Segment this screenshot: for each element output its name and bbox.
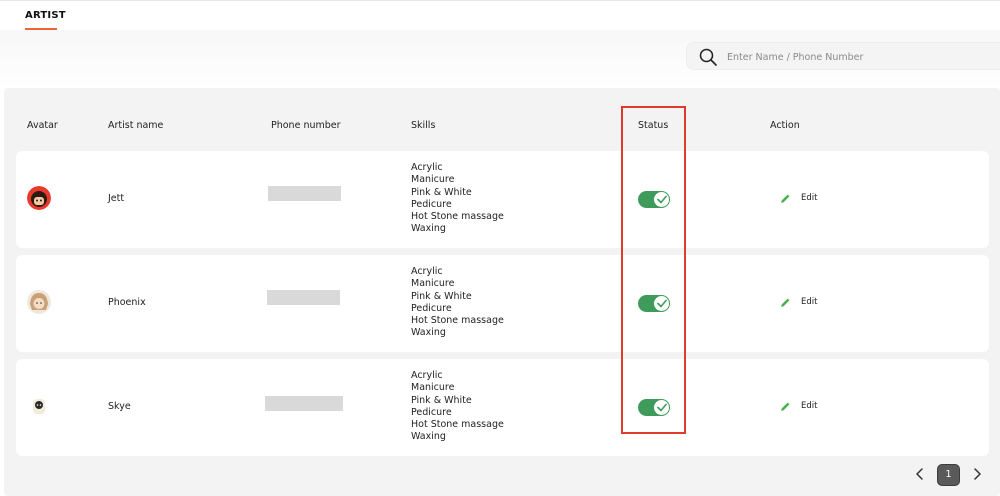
- skill-item: Manicure: [411, 174, 455, 186]
- edit-label: Edit: [801, 297, 818, 307]
- artist-name: Skye: [108, 401, 131, 412]
- table-row: Jett Acrylic Manicure Pink & White Pedic…: [16, 151, 989, 248]
- skill-item: Hot Stone massage: [411, 315, 504, 327]
- avatar: [27, 290, 51, 314]
- skill-item: Pedicure: [411, 406, 452, 418]
- tab-artist[interactable]: ARTIST: [25, 10, 66, 21]
- chevron-right-icon[interactable]: [970, 466, 984, 482]
- search-input[interactable]: [727, 47, 987, 67]
- skill-item: Pink & White: [411, 290, 472, 302]
- skill-item: Manicure: [411, 278, 455, 290]
- pencil-icon: [781, 402, 790, 411]
- table-row: Skye Acrylic Manicure Pink & White Pedic…: [16, 359, 989, 456]
- skills-list: Acrylic Manicure Pink & White Pedicure H…: [411, 370, 504, 444]
- skill-item: Manicure: [411, 382, 455, 394]
- phone-number-redacted: [268, 186, 341, 201]
- phone-number-redacted: [267, 290, 340, 305]
- column-header-artist-name: Artist name: [108, 120, 164, 131]
- artist-name: Jett: [108, 193, 125, 204]
- search-box[interactable]: [686, 42, 1000, 70]
- skill-item: Waxing: [411, 327, 446, 339]
- skill-item: Acrylic: [411, 370, 443, 381]
- edit-label: Edit: [801, 401, 818, 411]
- skill-item: Hot Stone massage: [411, 419, 504, 431]
- skill-item: Pink & White: [411, 186, 472, 198]
- skill-item: Acrylic: [411, 266, 443, 277]
- search-icon[interactable]: [699, 48, 717, 66]
- column-header-avatar: Avatar: [27, 120, 58, 131]
- edit-button[interactable]: Edit: [780, 400, 830, 414]
- skill-item: Waxing: [411, 431, 446, 443]
- pencil-icon: [781, 298, 790, 307]
- skill-item: Pedicure: [411, 198, 452, 210]
- artist-name: Phoenix: [108, 297, 146, 308]
- chevron-left-icon[interactable]: [913, 466, 927, 482]
- edit-button[interactable]: Edit: [780, 296, 830, 310]
- column-header-action: Action: [770, 120, 800, 131]
- skills-list: Acrylic Manicure Pink & White Pedicure H…: [411, 162, 504, 236]
- edit-label: Edit: [801, 193, 818, 203]
- table-row: Phoenix Acrylic Manicure Pink & White Pe…: [16, 255, 989, 352]
- avatar: [27, 394, 51, 418]
- skill-item: Hot Stone massage: [411, 211, 504, 223]
- column-header-phone-number: Phone number: [271, 120, 341, 131]
- skill-item: Pink & White: [411, 394, 472, 406]
- skills-list: Acrylic Manicure Pink & White Pedicure H…: [411, 266, 504, 340]
- column-header-skills: Skills: [411, 120, 436, 131]
- skill-item: Waxing: [411, 223, 446, 235]
- skill-item: Pedicure: [411, 302, 452, 314]
- pagination-current-page[interactable]: 1: [937, 464, 960, 486]
- skill-item: Acrylic: [411, 162, 443, 173]
- avatar: [27, 186, 51, 210]
- phone-number-redacted: [265, 396, 343, 411]
- top-bar: ARTIST: [0, 0, 1000, 30]
- status-column-highlight: [621, 106, 686, 434]
- pencil-icon: [781, 194, 790, 203]
- edit-button[interactable]: Edit: [780, 192, 830, 206]
